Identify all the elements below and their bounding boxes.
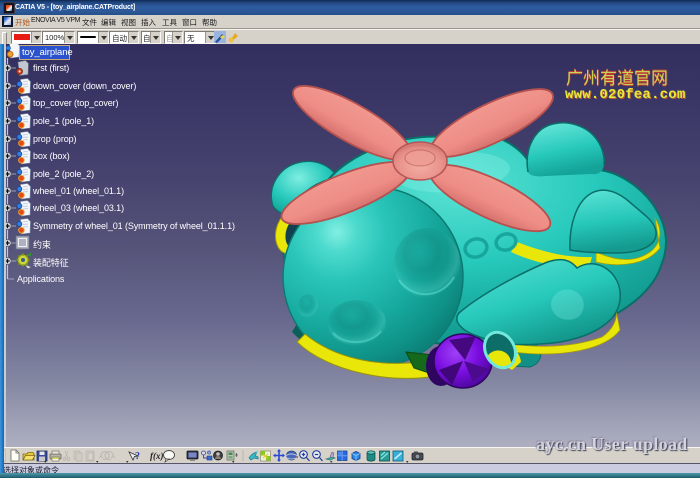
svg-text:?: ? <box>135 451 140 462</box>
svg-text:f(x): f(x) <box>150 451 164 461</box>
